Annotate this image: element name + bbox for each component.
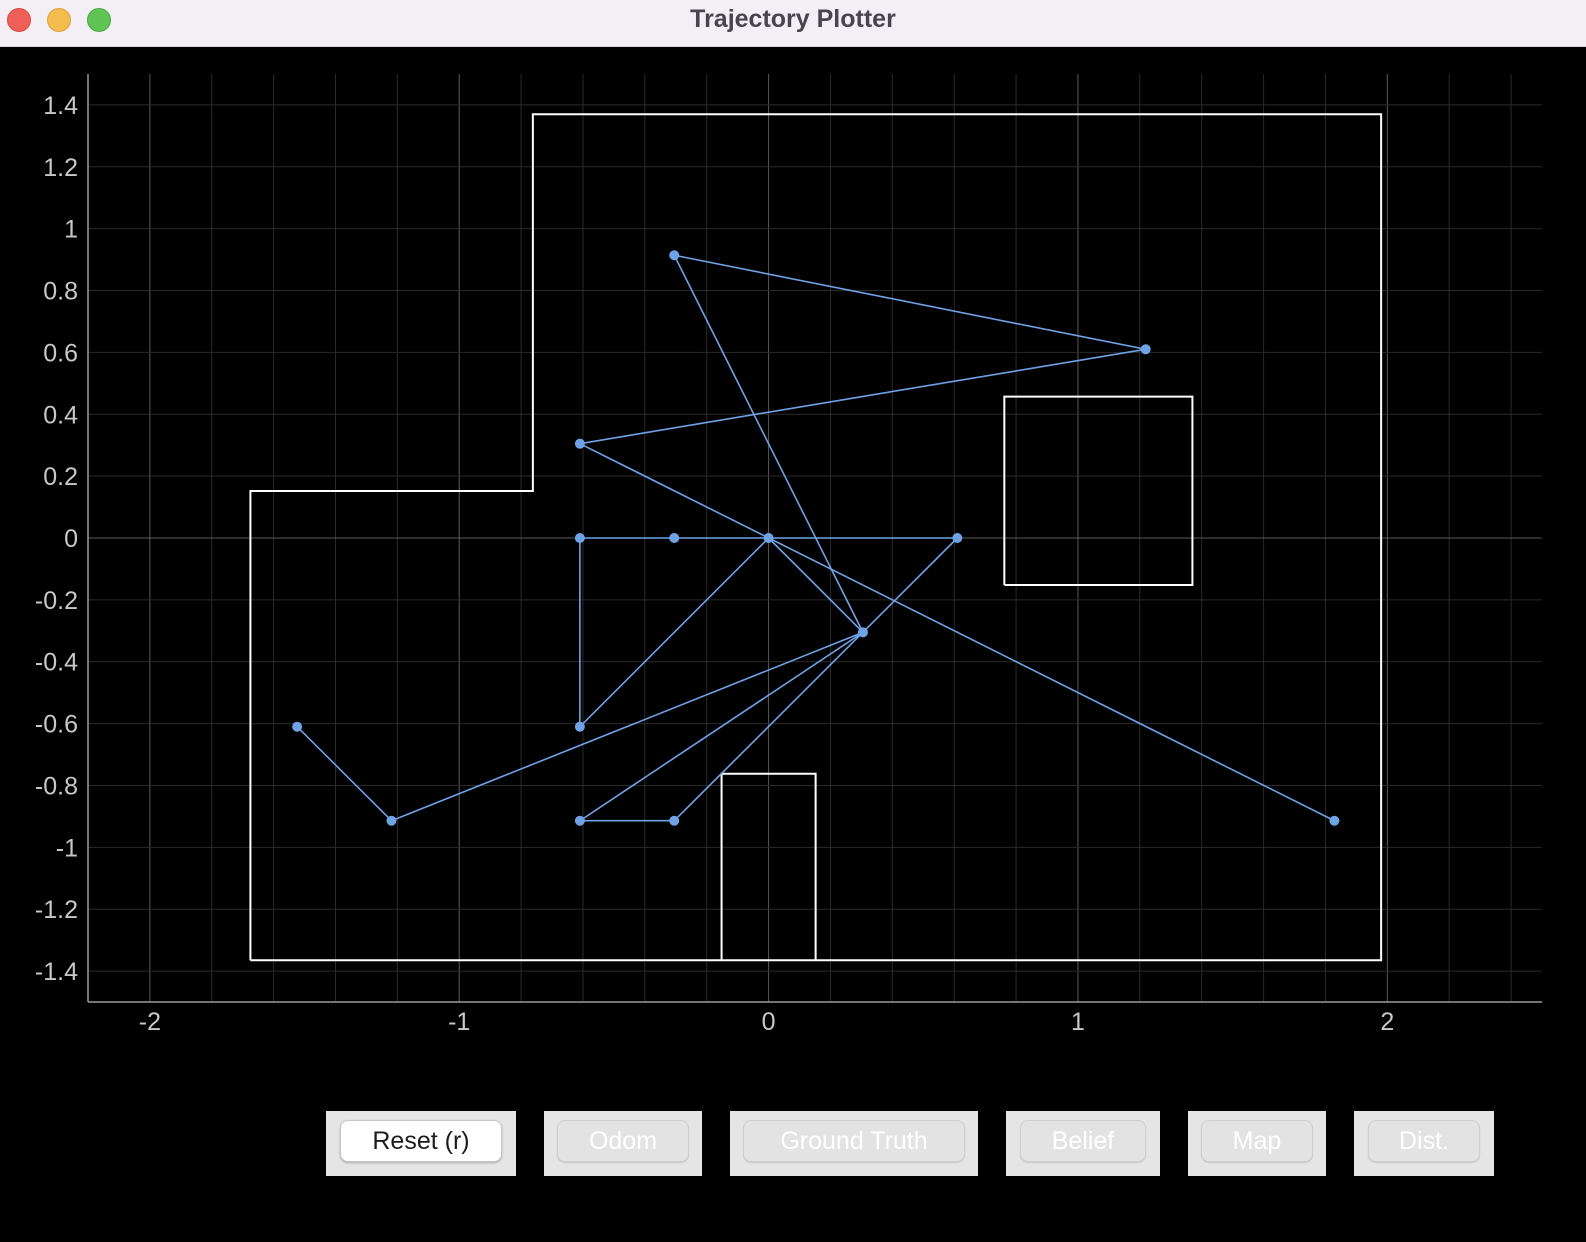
belief-button-group: Belief [1006,1111,1160,1176]
trajectory-point [386,815,397,826]
belief-toggle-button[interactable]: Belief [1020,1120,1146,1162]
trajectory-point [857,627,868,638]
y-tick-label: -0.4 [35,649,78,677]
ground-truth-toggle-button[interactable]: Ground Truth [743,1120,965,1162]
trajectory-point [574,533,585,543]
odom-toggle-button[interactable]: Odom [557,1120,689,1162]
window-title: Trajectory Plotter [690,5,896,33]
y-tick-label: -0.2 [35,587,78,615]
trajectory-segment [579,442,1335,822]
y-tick-label: 0.2 [43,463,78,491]
y-tick-label: -1.4 [35,958,78,986]
ground-truth-button-group: Ground Truth [730,1111,978,1176]
trajectory-point [763,533,774,543]
trajectory-point [952,533,963,543]
x-tick-label: 0 [762,1008,776,1036]
trajectory-segment [296,726,393,822]
y-tick-label: 0.4 [43,401,78,429]
trajectory-segment [391,631,864,822]
x-tick-label: -1 [448,1008,470,1036]
tick-labels: -2 -1 0 1 2 1.4 1.2 1 0.8 0.6 0.4 0.2 0 -0.2 -0.4 -0.6 -… [35,92,1394,1036]
y-tick-label: -0.6 [35,711,78,739]
trajectory-point [1140,344,1151,355]
trajectory-segment [579,537,770,728]
trajectory-point [574,721,585,732]
trajectory-point [574,815,585,826]
trajectory-point [1329,815,1340,826]
map-button-group: Map [1188,1111,1326,1176]
y-tick-label: 0.8 [43,278,78,306]
y-tick-label: 1.4 [43,92,78,120]
trajectory-segment [768,537,864,633]
y-tick-label: 1 [64,216,78,244]
trajectory-point [669,250,680,261]
reset-button-group: Reset (r) [326,1111,516,1176]
y-tick-label: -1.2 [35,896,78,924]
reset-button[interactable]: Reset (r) [340,1120,502,1162]
x-tick-label: 1 [1071,1008,1085,1036]
trajectory-plot[interactable]: -2 -1 0 1 2 1.4 1.2 1 0.8 0.6 0.4 0.2 0 -0.2 -0.4 -0.6 -… [0,47,1586,1102]
x-tick-label: 2 [1380,1008,1394,1036]
dist-button-group: Dist. [1354,1111,1494,1176]
y-tick-label: -0.8 [35,772,78,800]
title-bar: Trajectory Plotter [0,0,1586,47]
map-toggle-button[interactable]: Map [1201,1120,1313,1162]
trajectory-point [574,438,585,449]
y-tick-label: -1 [56,834,78,862]
x-tick-label: -2 [139,1008,161,1036]
trajectory-point [292,721,303,732]
y-tick-label: 1.2 [43,154,78,182]
trajectory-segment [674,254,1146,351]
trajectory-point [669,815,680,826]
y-tick-label: 0 [64,525,78,553]
odom-button-group: Odom [544,1111,702,1176]
y-tick-label: 0.6 [43,339,78,367]
trajectory-point [669,533,680,543]
map-obstacle-1 [1003,395,1194,587]
dist-toggle-button[interactable]: Dist. [1368,1120,1480,1162]
